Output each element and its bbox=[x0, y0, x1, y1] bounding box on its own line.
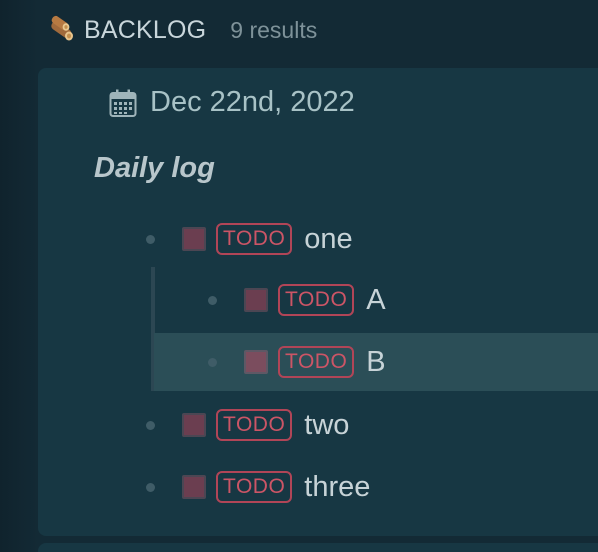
todo-marker[interactable]: TODO bbox=[216, 409, 293, 441]
query-header: BACKLOG 9 results bbox=[46, 12, 317, 48]
logs-icon bbox=[51, 15, 73, 41]
todo-checkbox[interactable] bbox=[182, 227, 206, 251]
item-text[interactable]: two bbox=[304, 409, 349, 442]
item-text[interactable]: three bbox=[304, 471, 370, 504]
todo-checkbox[interactable] bbox=[244, 350, 268, 374]
result-count: 9 results bbox=[230, 16, 318, 43]
next-journal-card bbox=[38, 543, 598, 552]
calendar-icon bbox=[109, 89, 137, 117]
journal-date-link[interactable]: Dec 22nd, 2022 bbox=[150, 86, 355, 119]
list-item[interactable]: TODO two bbox=[146, 397, 349, 453]
bullet-dot[interactable] bbox=[146, 482, 155, 492]
todo-marker[interactable]: TODO bbox=[278, 284, 355, 316]
todo-marker[interactable]: TODO bbox=[278, 346, 355, 378]
todo-checkbox[interactable] bbox=[244, 288, 268, 312]
bullet-dot[interactable] bbox=[208, 295, 217, 305]
journal-card: Dec 22nd, 2022 Daily log TODO one TODO A… bbox=[38, 68, 598, 536]
todo-checkbox[interactable] bbox=[182, 475, 206, 499]
list-item-selected[interactable]: TODO B bbox=[154, 333, 598, 391]
list-item[interactable]: TODO A bbox=[208, 272, 386, 328]
item-text[interactable]: A bbox=[366, 284, 385, 317]
bullet-dot[interactable] bbox=[146, 420, 155, 430]
page-root: BACKLOG 9 results Dec 22nd, 2022 Daily l… bbox=[0, 0, 598, 552]
list-item[interactable]: TODO one bbox=[146, 211, 353, 267]
item-text[interactable]: B bbox=[366, 346, 385, 379]
todo-marker[interactable]: TODO bbox=[216, 223, 293, 255]
section-title[interactable]: Daily log bbox=[94, 152, 215, 185]
journal-date-row: Dec 22nd, 2022 bbox=[108, 86, 355, 119]
header-title[interactable]: BACKLOG bbox=[84, 16, 206, 45]
item-text[interactable]: one bbox=[304, 223, 352, 256]
todo-checkbox[interactable] bbox=[182, 413, 206, 437]
todo-marker[interactable]: TODO bbox=[216, 471, 293, 503]
list-item[interactable]: TODO three bbox=[146, 459, 370, 515]
bullet-dot[interactable] bbox=[208, 357, 217, 367]
bullet-dot[interactable] bbox=[146, 234, 155, 244]
